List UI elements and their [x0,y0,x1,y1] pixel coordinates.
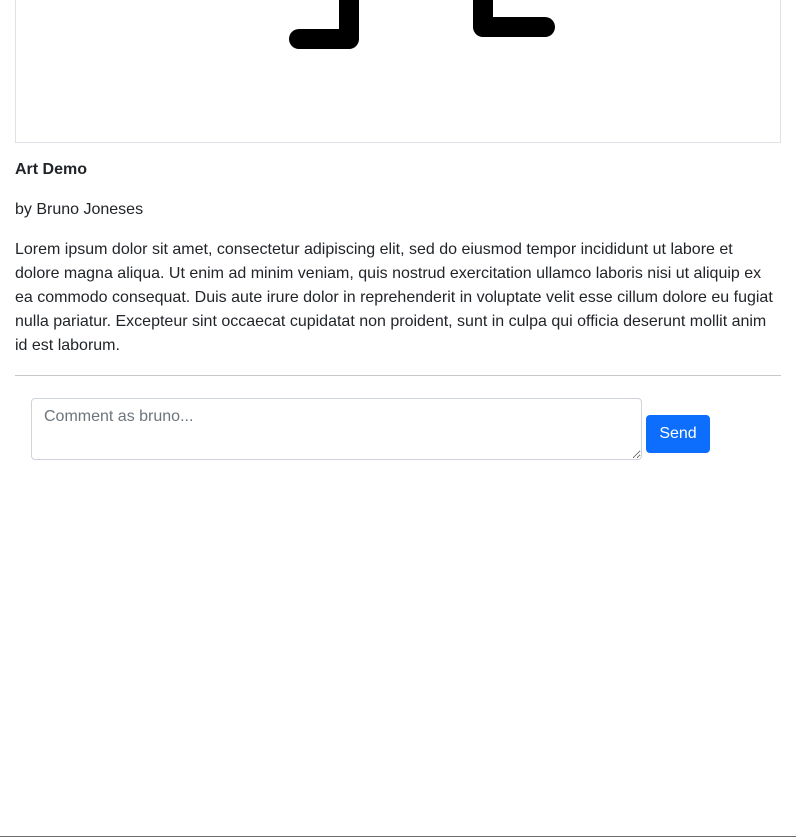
section-divider [15,375,781,376]
post-author: by Bruno Joneses [15,201,144,218]
artwork-drawing [289,0,555,49]
comment-input[interactable] [31,398,642,460]
send-button[interactable]: Send [646,415,710,453]
artwork-canvas [15,0,781,143]
post-body: Lorem ipsum dolor sit amet, consectetur … [15,241,773,354]
artwork-stroke-right [473,0,555,37]
post-title: Art Demo [15,161,88,178]
artwork-stroke-left [289,0,359,49]
post-page: Art Demo by Bruno Joneses Lorem ipsum do… [0,0,796,837]
